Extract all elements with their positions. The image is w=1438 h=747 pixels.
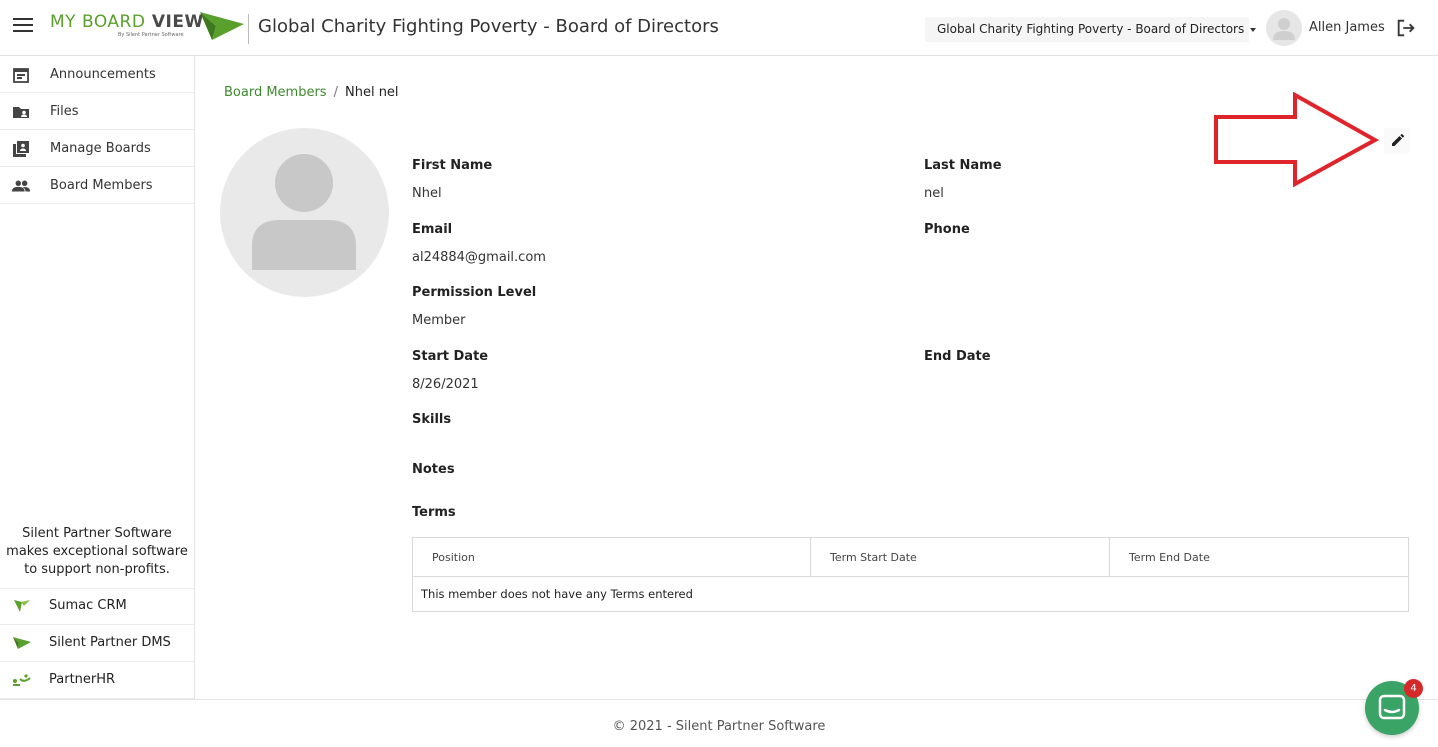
breadcrumb-board-members-link[interactable]: Board Members (224, 85, 327, 100)
dms-icon (13, 637, 31, 649)
logo-subtitle: By Silent Partner Software (118, 32, 184, 38)
calendar-icon (13, 68, 29, 83)
header-divider (248, 14, 249, 44)
sidebar-item-label: Manage Boards (50, 141, 151, 156)
menu-icon[interactable] (13, 18, 33, 34)
last-name-label: Last Name (924, 158, 1002, 173)
email-label: Email (412, 222, 453, 237)
sidebar-item-manage-boards[interactable]: Manage Boards (0, 130, 194, 167)
start-date-label: Start Date (412, 349, 489, 364)
user-silhouette-icon (1273, 18, 1295, 40)
top-header: MY BOARD VIEW By Silent Partner Software… (0, 0, 1438, 56)
skills-label: Skills (412, 412, 452, 427)
email-value: al24884@gmail.com (412, 250, 546, 265)
footer: © 2021 - Silent Partner Software (0, 699, 1438, 747)
board-selector-dropdown[interactable]: Global Charity Fighting Poverty - Board … (925, 17, 1257, 42)
column-header-term-end-date[interactable]: Term End Date (1110, 538, 1408, 576)
phone-label: Phone (924, 222, 970, 237)
partnerhr-icon (13, 674, 31, 686)
partner-link-sumac-crm[interactable]: Sumac CRM (0, 588, 194, 625)
user-avatar[interactable] (1266, 10, 1302, 46)
column-header-position[interactable]: Position (413, 538, 811, 576)
sidebar-item-files[interactable]: Files (0, 93, 194, 130)
edit-member-button[interactable] (1384, 128, 1410, 154)
people-icon (11, 180, 31, 192)
user-name[interactable]: Allen James (1309, 20, 1385, 35)
logo-text: MY BOARD VIEW (50, 12, 204, 32)
sidebar-item-label: Files (50, 104, 79, 119)
sidebar-item-label: Announcements (50, 67, 156, 82)
last-name-value: nel (924, 186, 944, 201)
breadcrumb-separator: / (333, 85, 338, 100)
breadcrumb-current: Nhel nel (344, 85, 399, 100)
terms-table-header: Position Term Start Date Term End Date (413, 538, 1408, 577)
sidebar-item-board-members[interactable]: Board Members (0, 167, 194, 204)
permission-level-label: Permission Level (412, 285, 537, 300)
sidebar-item-label: Board Members (50, 178, 153, 193)
sidebar-blurb: Silent Partner Software makes exceptiona… (0, 525, 194, 589)
column-header-term-start-date[interactable]: Term Start Date (811, 538, 1110, 576)
terms-label: Terms (412, 505, 456, 520)
board-selector-value: Global Charity Fighting Poverty - Board … (937, 22, 1245, 36)
breadcrumb: Board Members / Nhel nel (224, 85, 399, 100)
end-date-label: End Date (924, 349, 991, 364)
first-name-value: Nhel (412, 186, 442, 201)
sidebar-item-announcements[interactable]: Announcements (0, 56, 194, 93)
user-silhouette-icon (252, 154, 356, 270)
logo-flag-icon (200, 12, 244, 40)
boards-icon (13, 141, 29, 157)
logout-icon[interactable] (1395, 17, 1417, 39)
notes-label: Notes (412, 462, 455, 477)
partner-label: PartnerHR (49, 672, 116, 687)
partner-label: Sumac CRM (49, 598, 127, 613)
terms-table: Position Term Start Date Term End Date T… (412, 537, 1409, 612)
terms-empty-message: This member does not have any Terms ente… (421, 587, 693, 601)
annotation-arrow-icon (1214, 92, 1379, 188)
logo[interactable]: MY BOARD VIEW By Silent Partner Software (50, 10, 245, 44)
start-date-value: 8/26/2021 (412, 377, 479, 392)
member-avatar (220, 128, 389, 297)
partner-link-partnerhr[interactable]: PartnerHR (0, 662, 194, 699)
partner-label: Silent Partner DMS (49, 635, 171, 650)
sidebar: Announcements Files Manage Boards Board … (0, 56, 195, 699)
chat-unread-badge: 4 (1404, 679, 1423, 698)
folder-user-icon (13, 107, 29, 118)
page-title: Global Charity Fighting Poverty - Board … (258, 16, 719, 37)
sumac-icon (14, 600, 30, 612)
permission-level-value: Member (412, 313, 466, 328)
first-name-label: First Name (412, 158, 493, 173)
partner-link-silent-partner-dms[interactable]: Silent Partner DMS (0, 625, 194, 662)
pencil-icon (1392, 133, 1405, 146)
caret-down-icon (1250, 27, 1257, 32)
